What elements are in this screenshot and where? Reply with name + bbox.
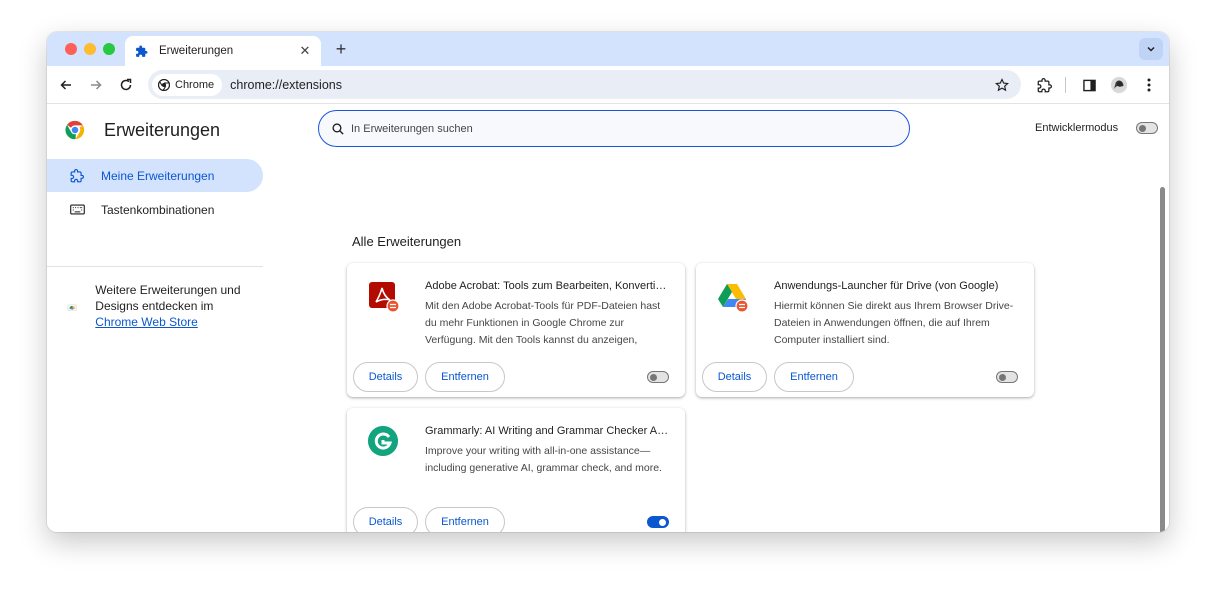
grammarly-icon — [368, 426, 398, 456]
puzzle-icon — [1037, 77, 1052, 92]
tab-strip: Erweiterungen ✕ + — [47, 32, 1169, 66]
chrome-icon — [158, 78, 170, 91]
extension-description: Improve your writing with all-in-one ass… — [425, 445, 662, 474]
webstore-text: Weitere Erweiterungen und Designs entdec… — [95, 283, 241, 313]
extension-icon — [69, 168, 85, 184]
toggle-knob — [999, 373, 1006, 381]
maximize-window-button[interactable] — [103, 43, 115, 55]
toggle-knob — [1139, 124, 1146, 132]
extension-toggle[interactable] — [996, 371, 1018, 383]
menu-button[interactable] — [1138, 74, 1160, 96]
puzzle-icon — [133, 43, 149, 59]
toggle-knob — [659, 518, 666, 526]
reload-button[interactable] — [115, 74, 137, 96]
dev-mode-label: Entwicklermodus — [1035, 122, 1119, 134]
extensions-button[interactable] — [1033, 74, 1055, 96]
chevron-down-icon — [1147, 46, 1155, 52]
google-drive-icon — [718, 284, 748, 312]
remove-button[interactable]: Entfernen — [774, 362, 854, 392]
extension-name: Grammarly: AI Writing and Grammar Checke… — [425, 425, 669, 437]
details-button[interactable]: Details — [353, 362, 418, 392]
more-vert-icon — [1147, 78, 1151, 92]
toolbar-divider — [1065, 77, 1066, 93]
reload-icon — [120, 78, 132, 91]
chrome-logo-icon — [65, 120, 85, 140]
tab-extensions[interactable]: Erweiterungen ✕ — [125, 36, 321, 66]
close-tab-icon[interactable]: ✕ — [297, 43, 313, 59]
extension-name: Anwendungs-Launcher für Drive (von Googl… — [774, 280, 999, 292]
arrow-right-icon — [91, 80, 102, 90]
arrow-left-icon — [60, 80, 71, 90]
sidebar-item-label: Meine Erweiterungen — [101, 168, 215, 183]
page-title: Erweiterungen — [104, 120, 221, 140]
webstore-link[interactable]: Chrome Web Store — [95, 315, 198, 329]
toolbar: Chrome chrome://extensions — [47, 66, 1169, 104]
new-tab-button[interactable]: + — [330, 38, 352, 60]
extension-card: Grammarly: AI Writing and Grammar Checke… — [347, 408, 685, 532]
dev-mode-toggle[interactable] — [1136, 122, 1158, 134]
extension-description: Hiermit können Sie direkt aus Ihrem Brow… — [774, 300, 1014, 346]
remove-button[interactable]: Entfernen — [425, 362, 505, 392]
adobe-acrobat-icon — [369, 282, 399, 312]
minimize-window-button[interactable] — [84, 43, 96, 55]
avatar — [1110, 76, 1128, 94]
extension-description: Mit den Adobe Acrobat-Tools für PDF-Date… — [425, 300, 661, 346]
details-button[interactable]: Details — [353, 507, 418, 532]
remove-button[interactable]: Entfernen — [425, 507, 505, 532]
toggle-knob — [650, 373, 657, 381]
close-window-button[interactable] — [65, 43, 77, 55]
star-icon — [995, 77, 1009, 91]
side-panel-icon — [1082, 79, 1096, 91]
url-text: chrome://extensions — [230, 77, 342, 92]
extension-card: Anwendungs-Launcher für Drive (von Googl… — [696, 263, 1034, 397]
sidebar-item-my-extensions[interactable]: Meine Erweiterungen — [47, 159, 263, 192]
webstore-promo: Weitere Erweiterungen und Designs entdec… — [67, 282, 267, 330]
extension-name: Adobe Acrobat: Tools zum Bearbeiten, Kon… — [425, 280, 669, 292]
details-button[interactable]: Details — [702, 362, 767, 392]
search-placeholder: In Erweiterungen suchen — [351, 122, 473, 135]
sidebar-item-shortcuts[interactable]: Tastenkombinationen — [47, 193, 263, 226]
sidebar-item-label: Tastenkombinationen — [101, 202, 215, 217]
scrollbar[interactable] — [1160, 187, 1165, 532]
keyboard-icon — [69, 202, 85, 218]
chip-label: Chrome — [175, 78, 215, 91]
site-info-chip[interactable]: Chrome — [152, 73, 223, 96]
tab-search-button[interactable] — [1139, 38, 1163, 60]
bookmark-button[interactable] — [989, 74, 1015, 96]
extension-toggle[interactable] — [647, 516, 669, 528]
forward-button[interactable] — [85, 74, 107, 96]
side-panel-button[interactable] — [1078, 74, 1100, 96]
web-store-icon — [67, 304, 77, 311]
extensions-page: Erweiterungen In Erweiterungen suchen En… — [47, 105, 1169, 532]
search-input[interactable]: In Erweiterungen suchen — [318, 110, 910, 147]
browser-window: Erweiterungen ✕ + Chrome chrome://extens… — [47, 32, 1169, 532]
profile-button[interactable] — [1108, 74, 1130, 96]
extension-card: Adobe Acrobat: Tools zum Bearbeiten, Kon… — [347, 263, 685, 397]
back-button[interactable] — [55, 74, 77, 96]
search-icon — [332, 122, 344, 135]
extension-toggle[interactable] — [647, 371, 669, 383]
section-title: Alle Erweiterungen — [352, 234, 462, 249]
tab-title: Erweiterungen — [159, 45, 234, 57]
sidebar-divider — [47, 266, 263, 267]
address-bar[interactable]: Chrome chrome://extensions — [148, 70, 1021, 99]
